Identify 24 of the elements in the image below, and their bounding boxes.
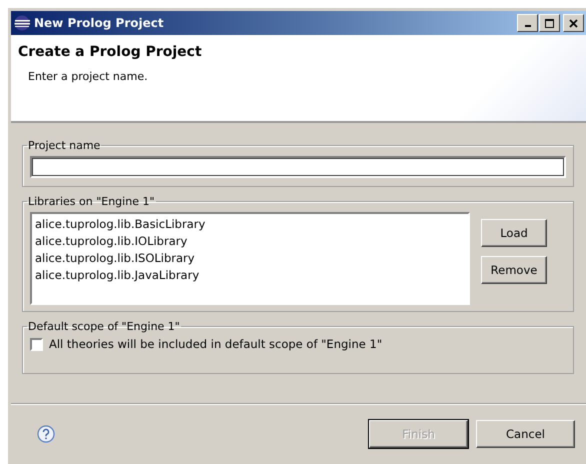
- library-button[interactable]: Remove: [481, 256, 547, 284]
- help-icon[interactable]: [37, 425, 55, 443]
- page-message: Enter a project name.: [28, 70, 149, 83]
- library-item[interactable]: alice.tuprolog.lib.IOLibrary: [35, 233, 465, 250]
- window-title: New Prolog Project: [34, 16, 165, 30]
- checkbox[interactable]: [30, 338, 43, 350]
- group-label: Libraries on "Engine 1": [27, 195, 156, 208]
- library-list[interactable]: alice.tuprolog.lib.BasicLibrary alice.tuprolog.lib.IOLibrary alice.tuprolog.lib.ISOLibrary alice.tuprolog.lib.JavaLibrary: [30, 212, 470, 305]
- library-button[interactable]: Load: [481, 219, 547, 247]
- dialog-button[interactable]: Cancel: [476, 420, 575, 448]
- project-name-field[interactable]: [30, 156, 566, 178]
- library-item[interactable]: alice.tuprolog.lib.ISOLibrary: [35, 250, 465, 267]
- group-label: Project name: [27, 139, 102, 152]
- eclipse-icon: [14, 15, 30, 31]
- close-icon: [569, 18, 578, 28]
- library-item[interactable]: alice.tuprolog.lib.BasicLibrary: [35, 216, 465, 233]
- close-button[interactable]: [563, 14, 584, 32]
- minimize-button[interactable]: [517, 14, 538, 32]
- group-label: Default scope of "Engine 1": [27, 320, 181, 333]
- maximize-icon: [545, 18, 554, 28]
- maximize-button[interactable]: [539, 14, 560, 32]
- checkbox-label: All theories will be included in default scope of "Engine 1": [49, 337, 382, 351]
- page-title: Create a Prolog Project: [18, 44, 203, 60]
- library-item[interactable]: alice.tuprolog.lib.JavaLibrary: [35, 267, 465, 284]
